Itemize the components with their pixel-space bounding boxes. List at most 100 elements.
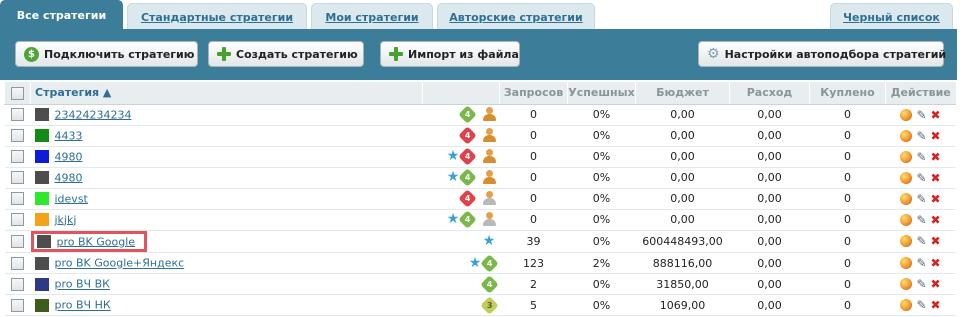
strategy-link[interactable]: 4980 [55, 150, 83, 163]
budget-cell: 0,00 [635, 188, 730, 210]
edit-icon[interactable]: ✎ [916, 150, 926, 164]
budget-cell: 888116,00 [635, 252, 730, 274]
level-badge-number: 4 [486, 258, 492, 268]
delete-icon[interactable]: ✖ [931, 234, 941, 248]
queries-cell: 0 [499, 104, 568, 126]
select-all-checkbox[interactable] [11, 86, 24, 100]
favorite-star-icon[interactable]: ★ [469, 256, 482, 270]
strategy-link[interactable]: pro BK Google+Яндекс [55, 257, 185, 270]
row-checkbox[interactable] [11, 256, 24, 270]
edit-icon[interactable]: ✎ [916, 213, 926, 227]
row-checkbox[interactable] [11, 298, 24, 312]
highlight-box: pro BK Google [30, 230, 148, 252]
row-checkbox[interactable] [11, 192, 24, 206]
edit-icon[interactable]: ✎ [916, 256, 926, 270]
favorite-star-icon[interactable]: ★ [483, 234, 496, 248]
spend-cell: 0,00 [729, 252, 810, 274]
strategy-link[interactable]: pro BK Google [57, 235, 136, 248]
budget-cell: 0,00 [635, 209, 730, 231]
connect-strategy-label: Подключить стратегию [44, 47, 195, 61]
delete-icon[interactable]: ✖ [931, 192, 941, 206]
autoselect-settings-button[interactable]: ⚙ Настройки автоподбора стратегий [698, 41, 946, 67]
connect-strategy-button[interactable]: $ Подключить стратегию [15, 41, 198, 67]
row-select-cell [4, 188, 31, 210]
stats-globe-icon[interactable] [900, 235, 913, 248]
delete-icon[interactable]: ✖ [931, 277, 941, 291]
strategy-color-swatch [34, 277, 49, 291]
strategy-link[interactable]: 4980 [55, 171, 83, 184]
strategy-name-cell: 23424234234 [30, 104, 423, 126]
strategy-link[interactable]: 23424234234 [55, 108, 132, 121]
level-badge-icon: 4 [457, 105, 477, 124]
level-badge-icon: 4 [457, 168, 477, 187]
edit-icon[interactable]: ✎ [916, 298, 926, 312]
row-checkbox[interactable] [11, 108, 24, 122]
stats-globe-icon[interactable] [900, 257, 913, 269]
author-user-icon [482, 191, 496, 206]
stats-globe-icon[interactable] [900, 278, 913, 290]
stats-globe-icon[interactable] [900, 150, 913, 163]
spend-cell: 0,00 [729, 104, 810, 126]
stats-globe-icon[interactable] [900, 192, 913, 205]
actions-cell: ✎ ✖ [885, 294, 956, 316]
stats-globe-icon[interactable] [900, 213, 913, 226]
strategy-color-swatch [34, 213, 49, 227]
stats-globe-icon[interactable] [900, 171, 913, 184]
favorite-star-icon[interactable]: ★ [447, 170, 460, 184]
tab-author-strategies[interactable]: Авторские стратегии [437, 3, 595, 30]
delete-icon[interactable]: ✖ [931, 171, 941, 185]
strategy-link[interactable]: pro ВЧ НК [55, 299, 111, 312]
row-checkbox[interactable] [11, 171, 24, 185]
edit-icon[interactable]: ✎ [916, 234, 926, 248]
actions-cell: ✎ ✖ [885, 230, 956, 253]
stats-globe-icon[interactable] [900, 299, 913, 311]
strategy-link[interactable]: pro ВЧ ВК [55, 278, 110, 291]
delete-icon[interactable]: ✖ [931, 150, 941, 164]
tab-blacklist[interactable]: Черный список [830, 3, 953, 30]
row-checkbox[interactable] [11, 150, 24, 164]
favorite-star-icon[interactable]: ★ [447, 212, 460, 226]
level-badge-number: 4 [464, 151, 470, 161]
level-badge-icon: 4 [479, 254, 499, 273]
queries-cell: 39 [499, 230, 568, 253]
tab-my-strategies[interactable]: Мои стратегии [311, 3, 433, 30]
tab-standard-strategies[interactable]: Стандартные стратегии [127, 3, 307, 30]
row-checkbox[interactable] [11, 235, 24, 248]
strategy-icons-cell: ★ 4 [422, 146, 500, 168]
row-select-cell [4, 209, 31, 231]
table-row: 4433 4 0 0% 0,00 0,00 0 ✎ ✖ [4, 125, 956, 147]
row-select-cell [4, 104, 31, 126]
stats-globe-icon[interactable] [900, 108, 913, 121]
tab-all-strategies[interactable]: Все стратегии [0, 0, 123, 30]
edit-icon[interactable]: ✎ [916, 129, 926, 143]
delete-icon[interactable]: ✖ [931, 108, 941, 122]
row-checkbox[interactable] [11, 277, 24, 291]
edit-icon[interactable]: ✎ [916, 108, 926, 122]
strategy-link[interactable]: idevst [55, 192, 88, 205]
spend-cell: 0,00 [729, 167, 810, 189]
favorite-star-icon[interactable]: ★ [447, 149, 460, 163]
strategy-name-cell: pro BK Google [30, 230, 423, 253]
create-strategy-button[interactable]: Создать стратегию [208, 41, 364, 67]
strategy-icons-cell: 4 [422, 273, 500, 295]
row-checkbox[interactable] [11, 129, 24, 143]
delete-icon[interactable]: ✖ [931, 298, 941, 312]
delete-icon[interactable]: ✖ [931, 256, 941, 270]
import-file-button[interactable]: Импорт из файла [380, 41, 520, 67]
delete-icon[interactable]: ✖ [931, 129, 941, 143]
edit-icon[interactable]: ✎ [916, 171, 926, 185]
actions-cell: ✎ ✖ [885, 188, 956, 210]
strategy-link[interactable]: 4433 [55, 129, 83, 142]
delete-icon[interactable]: ✖ [931, 213, 941, 227]
level-badge-icon: 4 [457, 147, 477, 166]
level-badge-number: 4 [464, 109, 470, 119]
success-cell: 0% [567, 146, 636, 168]
spend-cell: 0,00 [729, 125, 810, 147]
row-checkbox[interactable] [11, 213, 24, 227]
stats-globe-icon[interactable] [900, 129, 913, 142]
bought-cell: 0 [809, 167, 886, 189]
edit-icon[interactable]: ✎ [916, 277, 926, 291]
column-strategy[interactable]: Стратегия ▲ [30, 82, 423, 105]
strategy-link[interactable]: jkjkj [55, 213, 77, 226]
edit-icon[interactable]: ✎ [916, 192, 926, 206]
